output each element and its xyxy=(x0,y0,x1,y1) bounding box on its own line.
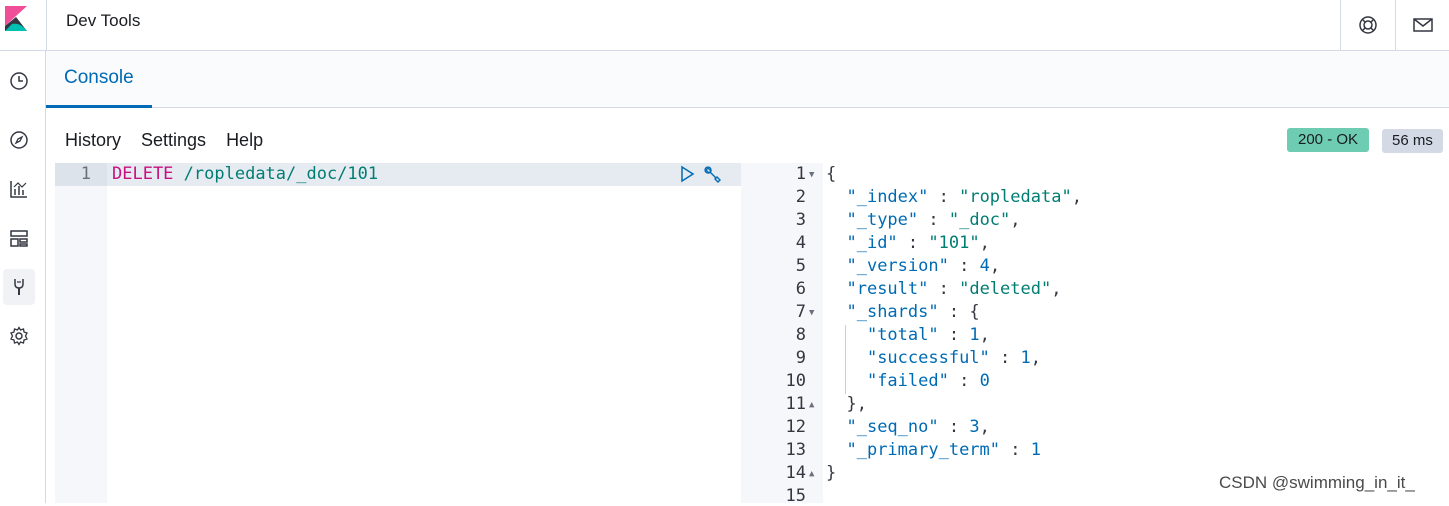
json-line: "_id" : "101", xyxy=(846,233,990,253)
dashboard-icon xyxy=(10,230,28,247)
json-line: "result" : "deleted", xyxy=(846,279,1062,299)
compass-icon xyxy=(10,131,28,149)
line-number: 15 xyxy=(785,486,806,506)
request-editor[interactable]: 1 DELETE /ropledata/_doc/101 xyxy=(55,163,741,503)
line-number: 1 xyxy=(80,164,91,184)
line-number: 1 xyxy=(795,164,806,184)
tab-bar: Console xyxy=(46,51,1449,108)
request-line[interactable]: DELETE /ropledata/_doc/101 xyxy=(112,164,378,184)
editor-gutter xyxy=(55,163,107,503)
json-line: "total" : 1, xyxy=(866,325,990,345)
panel-resizer[interactable] xyxy=(741,163,760,503)
line-number: 5 xyxy=(795,256,806,276)
json-line: "_index" : "ropledata", xyxy=(846,187,1082,207)
fold-open-icon[interactable]: ▼ xyxy=(809,308,814,318)
mail-button[interactable] xyxy=(1395,0,1449,50)
help-button[interactable] xyxy=(1340,0,1395,50)
line-number: 14 xyxy=(785,463,806,483)
console-menu: History Settings Help xyxy=(65,130,263,151)
line-number: 3 xyxy=(795,210,806,230)
nav-discover[interactable] xyxy=(3,122,35,158)
json-line: "_version" : 4, xyxy=(846,256,1001,276)
line-number: 9 xyxy=(795,348,806,368)
request-actions xyxy=(679,165,723,185)
line-number: 12 xyxy=(785,417,806,437)
visualize-icon xyxy=(10,181,27,198)
line-number: 10 xyxy=(785,371,806,391)
json-line: } xyxy=(826,463,837,483)
history-link[interactable]: History xyxy=(65,130,121,151)
json-line: "_shards" : { xyxy=(846,302,980,322)
top-bar: Dev Tools xyxy=(0,0,1449,51)
fold-close-icon[interactable]: ▲ xyxy=(809,400,814,410)
line-number: 4 xyxy=(795,233,806,253)
nav-recent[interactable] xyxy=(3,63,35,99)
json-line: }, xyxy=(846,394,867,414)
help-link[interactable]: Help xyxy=(226,130,263,151)
side-nav xyxy=(0,51,46,503)
response-time-badge: 56 ms xyxy=(1382,129,1443,153)
line-number: 6 xyxy=(795,279,806,299)
settings-link[interactable]: Settings xyxy=(141,130,206,151)
json-line: "successful" : 1, xyxy=(866,348,1041,368)
app-title: Dev Tools xyxy=(66,11,141,30)
mail-icon xyxy=(1413,18,1433,32)
nav-dashboard[interactable] xyxy=(3,220,35,256)
wrench-icon[interactable] xyxy=(703,165,723,185)
fold-open-icon[interactable]: ▼ xyxy=(809,170,814,180)
kibana-logo[interactable] xyxy=(0,0,47,50)
line-number: 13 xyxy=(785,440,806,460)
tab-console[interactable]: Console xyxy=(46,51,152,108)
watermark: CSDN @swimming_in_it_ xyxy=(1219,473,1415,492)
json-line: "_seq_no" : 3, xyxy=(846,417,990,437)
response-panel: 1 2 3 4 5 6 7 8 9 10 11 12 13 14 15 ▼ ▼ … xyxy=(760,163,1449,506)
json-line: { xyxy=(826,164,837,184)
json-line: "_primary_term" : 1 xyxy=(846,440,1041,460)
clock-icon xyxy=(10,72,28,90)
nav-management[interactable] xyxy=(3,318,35,354)
dev-tools-icon xyxy=(14,279,24,295)
request-method: DELETE xyxy=(112,164,174,184)
json-line: "_type" : "_doc", xyxy=(846,210,1021,230)
json-line: "failed" : 0 xyxy=(866,371,990,391)
line-number: 2 xyxy=(795,187,806,207)
status-badge: 200 - OK xyxy=(1287,128,1370,152)
line-number: 11 xyxy=(785,394,806,414)
request-path: /ropledata/_doc/101 xyxy=(183,164,379,184)
nav-visualize[interactable] xyxy=(3,171,35,207)
fold-close-icon[interactable]: ▲ xyxy=(809,469,814,479)
play-icon[interactable] xyxy=(679,165,695,183)
help-icon xyxy=(1359,16,1377,34)
gear-icon xyxy=(10,326,28,346)
line-number: 7 xyxy=(795,302,806,322)
nav-dev-tools[interactable] xyxy=(3,269,35,305)
line-number: 8 xyxy=(795,325,806,345)
